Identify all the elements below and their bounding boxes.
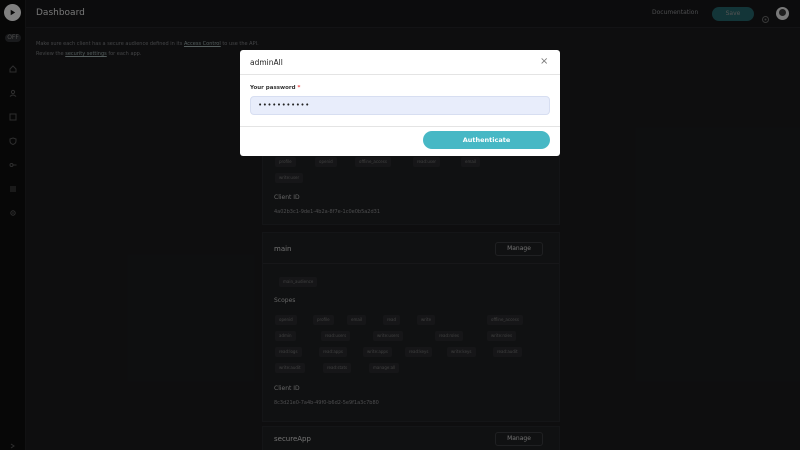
authenticate-button[interactable]: Authenticate	[423, 131, 550, 149]
modal-title: adminAll	[250, 58, 283, 67]
modal-divider	[240, 126, 560, 127]
required-mark: *	[297, 85, 301, 91]
password-label-text: Your password	[250, 85, 296, 91]
password-field[interactable]: •••••••••••	[250, 96, 550, 115]
close-icon[interactable]: ×	[540, 57, 548, 67]
modal-divider	[240, 74, 560, 75]
password-label: Your password *	[250, 85, 300, 91]
auth-modal: adminAll × Your password * ••••••••••• A…	[240, 50, 560, 156]
